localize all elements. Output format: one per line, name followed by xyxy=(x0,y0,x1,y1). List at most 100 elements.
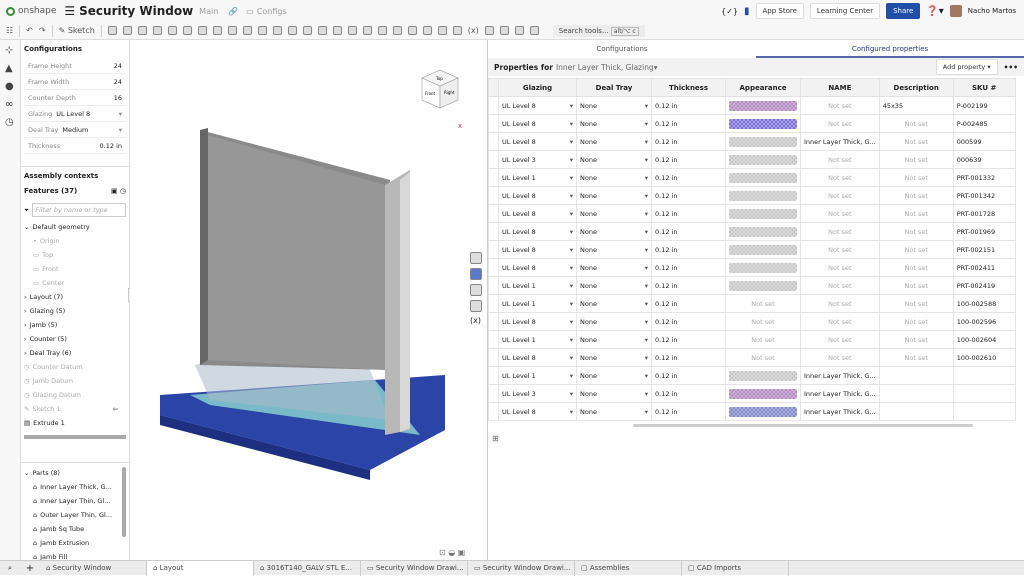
parts-header[interactable]: ⌄Parts (8) xyxy=(21,466,129,480)
add-folder-icon[interactable]: ▣ ◷ xyxy=(111,187,126,195)
column-header-appearance[interactable]: Appearance xyxy=(726,79,801,97)
document-tab[interactable]: ▢ CAD Imports xyxy=(682,561,789,576)
appearance-swatch[interactable] xyxy=(729,209,797,219)
assembly-contexts[interactable]: Assembly contexts xyxy=(21,167,129,185)
app-store-button[interactable]: App Store xyxy=(756,3,804,19)
display-states-icon[interactable] xyxy=(470,268,482,280)
sku-cell[interactable]: PRT-002411 xyxy=(953,259,1015,277)
extrude-feature[interactable]: ▤Extrude 1 xyxy=(21,416,129,430)
name-cell[interactable]: Inner Layer Thick, G... xyxy=(801,403,880,421)
insert-icon[interactable]: ⊹ xyxy=(5,46,15,56)
settings-icon[interactable] xyxy=(530,26,539,35)
feature-folder[interactable]: ›Glazing (5) xyxy=(21,304,129,318)
column-header-deal-tray[interactable]: Deal Tray xyxy=(577,79,652,97)
column-header-name[interactable]: NAME xyxy=(801,79,880,97)
appearance-cell[interactable] xyxy=(726,187,801,205)
glazing-select[interactable]: UL Level 8▾ xyxy=(499,115,577,133)
column-header-description[interactable]: Description xyxy=(879,79,953,97)
name-cell[interactable]: Not set xyxy=(801,97,880,115)
appearance-swatch[interactable] xyxy=(729,227,797,237)
appearance-swatch[interactable] xyxy=(729,245,797,255)
deal-tray-select[interactable]: None▾ xyxy=(577,331,652,349)
3d-viewport[interactable]: Top Front Right x ⊡ ◒ ▣ (x) xyxy=(130,40,487,560)
document-tab[interactable]: ▭ Security Window Drawi... xyxy=(468,561,575,576)
sku-cell[interactable]: 100-002610 xyxy=(953,349,1015,367)
description-cell[interactable]: Not set xyxy=(879,349,953,367)
sheet-metal-icon[interactable] xyxy=(485,26,494,35)
frame-icon[interactable] xyxy=(500,26,509,35)
sku-cell[interactable]: PRT-001342 xyxy=(953,187,1015,205)
fillet-icon[interactable] xyxy=(183,26,192,35)
glazing-select[interactable]: UL Level 3▾ xyxy=(499,385,577,403)
sku-cell[interactable] xyxy=(953,403,1015,421)
rib-icon[interactable] xyxy=(228,26,237,35)
appearance-swatch[interactable] xyxy=(729,407,797,417)
description-cell[interactable]: Not set xyxy=(879,295,953,313)
sketch-feature[interactable]: ✎Sketch 1⇦ xyxy=(21,402,129,416)
description-cell[interactable]: Not set xyxy=(879,223,953,241)
sku-cell[interactable]: 100-002604 xyxy=(953,331,1015,349)
thickness-cell[interactable]: 0.12 in xyxy=(652,187,726,205)
part-item[interactable]: ⌂Outer Layer Thin, Gl... xyxy=(21,508,129,522)
document-tab[interactable]: ▭ Security Window Drawi... xyxy=(361,561,468,576)
appearance-cell[interactable]: Not set xyxy=(726,295,801,313)
deal-tray-select[interactable]: None▾ xyxy=(577,97,652,115)
glazing-select[interactable]: UL Level 1▾ xyxy=(499,169,577,187)
menu-icon[interactable]: ☰ xyxy=(64,4,75,18)
deal-tray-select[interactable]: None▾ xyxy=(577,385,652,403)
description-cell[interactable]: Not set xyxy=(879,115,953,133)
appearance-swatch[interactable] xyxy=(729,389,797,399)
glazing-select[interactable]: UL Level 8▾ xyxy=(499,205,577,223)
deal-tray-select[interactable]: None▾ xyxy=(577,169,652,187)
appearance-icon[interactable]: ▲ xyxy=(5,64,15,74)
appearance-swatch[interactable] xyxy=(729,281,797,291)
appearance-swatch[interactable] xyxy=(729,173,797,183)
description-cell[interactable]: Not set xyxy=(879,259,953,277)
description-cell[interactable]: Not set xyxy=(879,205,953,223)
sku-cell[interactable]: PRT-002151 xyxy=(953,241,1015,259)
boolean-icon[interactable] xyxy=(303,26,312,35)
config-input[interactable]: Counter Depth16 xyxy=(24,90,126,106)
description-cell[interactable] xyxy=(879,385,953,403)
appearance-swatch[interactable] xyxy=(729,137,797,147)
sku-cell[interactable]: 100-002596 xyxy=(953,313,1015,331)
config-input[interactable]: Frame Width24 xyxy=(24,74,126,90)
rollback-icon[interactable]: ⇦ xyxy=(113,405,126,413)
appearance-swatch[interactable] xyxy=(729,191,797,201)
thickness-cell[interactable]: 0.12 in xyxy=(652,367,726,385)
revolve-icon[interactable] xyxy=(123,26,132,35)
deal-tray-select[interactable]: None▾ xyxy=(577,115,652,133)
appearance-cell[interactable] xyxy=(726,277,801,295)
thickness-cell[interactable]: 0.12 in xyxy=(652,259,726,277)
draft-icon[interactable] xyxy=(213,26,222,35)
glazing-select[interactable]: UL Level 8▾ xyxy=(499,187,577,205)
glazing-select[interactable]: UL Level 1▾ xyxy=(499,277,577,295)
deal-tray-select[interactable]: None▾ xyxy=(577,277,652,295)
name-cell[interactable]: Not set xyxy=(801,277,880,295)
curve-icon[interactable] xyxy=(423,26,432,35)
pattern-icon[interactable] xyxy=(273,26,282,35)
part-selector[interactable]: Inner Layer Thick, Glazing xyxy=(556,63,654,72)
tab-configured-properties[interactable]: Configured properties xyxy=(756,40,1024,58)
deal-tray-select[interactable]: None▾ xyxy=(577,403,652,421)
name-cell[interactable]: Not set xyxy=(801,349,880,367)
parts-scrollbar[interactable] xyxy=(122,467,126,537)
description-cell[interactable]: Not set xyxy=(879,331,953,349)
name-cell[interactable]: Not set xyxy=(801,205,880,223)
sweep-icon[interactable] xyxy=(138,26,147,35)
deal-tray-select[interactable]: None▾ xyxy=(577,223,652,241)
name-cell[interactable]: Inner Layer Thick, G... xyxy=(801,367,880,385)
appearance-cell[interactable]: Not set xyxy=(726,349,801,367)
column-header-glazing[interactable]: Glazing xyxy=(499,79,577,97)
sku-cell[interactable]: 000639 xyxy=(953,151,1015,169)
default-geometry-folder[interactable]: ⌄Default geometry xyxy=(21,220,129,234)
document-title[interactable]: Security Window xyxy=(79,4,193,18)
appearance-cell[interactable] xyxy=(726,403,801,421)
modify-fillet-icon[interactable] xyxy=(363,26,372,35)
onshape-logo[interactable]: onshape xyxy=(6,6,56,16)
thickness-input[interactable]: Thickness0.12 in xyxy=(24,138,126,154)
plane-feature[interactable]: ▭Front xyxy=(21,262,129,276)
name-cell[interactable]: Not set xyxy=(801,259,880,277)
table-horizontal-scrollbar[interactable] xyxy=(633,424,973,427)
feature-folder[interactable]: ›Deal Tray (6) xyxy=(21,346,129,360)
